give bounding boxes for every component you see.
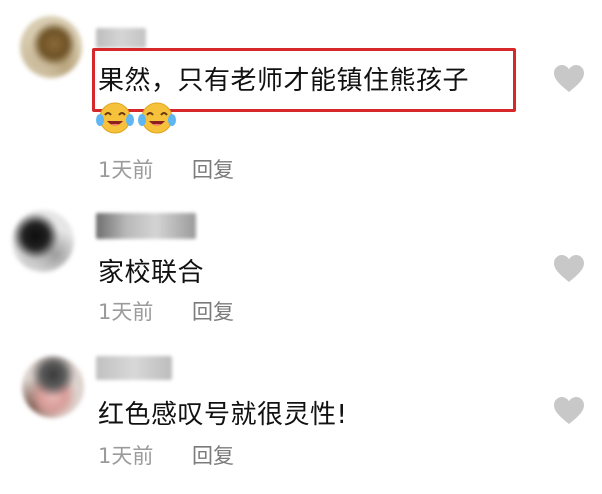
- comment-meta: 1天前 回复: [98, 154, 234, 184]
- comment-text: 家校联合: [98, 258, 205, 288]
- username-blurred[interactable]: [96, 213, 196, 239]
- comment-text: 果然，只有老师才能镇住熊孩子: [98, 66, 470, 96]
- comment-time: 1天前: [98, 300, 154, 324]
- crying-laughing-emoji-icon: [138, 102, 176, 134]
- avatar[interactable]: [20, 16, 82, 78]
- avatar[interactable]: [22, 356, 84, 418]
- reply-button[interactable]: 回复: [192, 296, 234, 326]
- reply-button[interactable]: 回复: [192, 154, 234, 184]
- reply-button[interactable]: 回复: [192, 440, 234, 470]
- heart-icon[interactable]: [553, 396, 585, 426]
- heart-icon[interactable]: [553, 64, 585, 94]
- username-blurred[interactable]: [96, 28, 146, 48]
- heart-icon[interactable]: [553, 254, 585, 284]
- username-blurred[interactable]: [96, 356, 172, 380]
- crying-laughing-emoji-icon: [96, 102, 134, 134]
- avatar[interactable]: [12, 210, 74, 272]
- comment-text: 红色感叹号就很灵性!: [98, 400, 348, 430]
- comment-time: 1天前: [98, 158, 154, 182]
- comment-time: 1天前: [98, 444, 154, 468]
- comment-meta: 1天前 回复: [98, 440, 234, 470]
- comment-meta: 1天前 回复: [98, 296, 234, 326]
